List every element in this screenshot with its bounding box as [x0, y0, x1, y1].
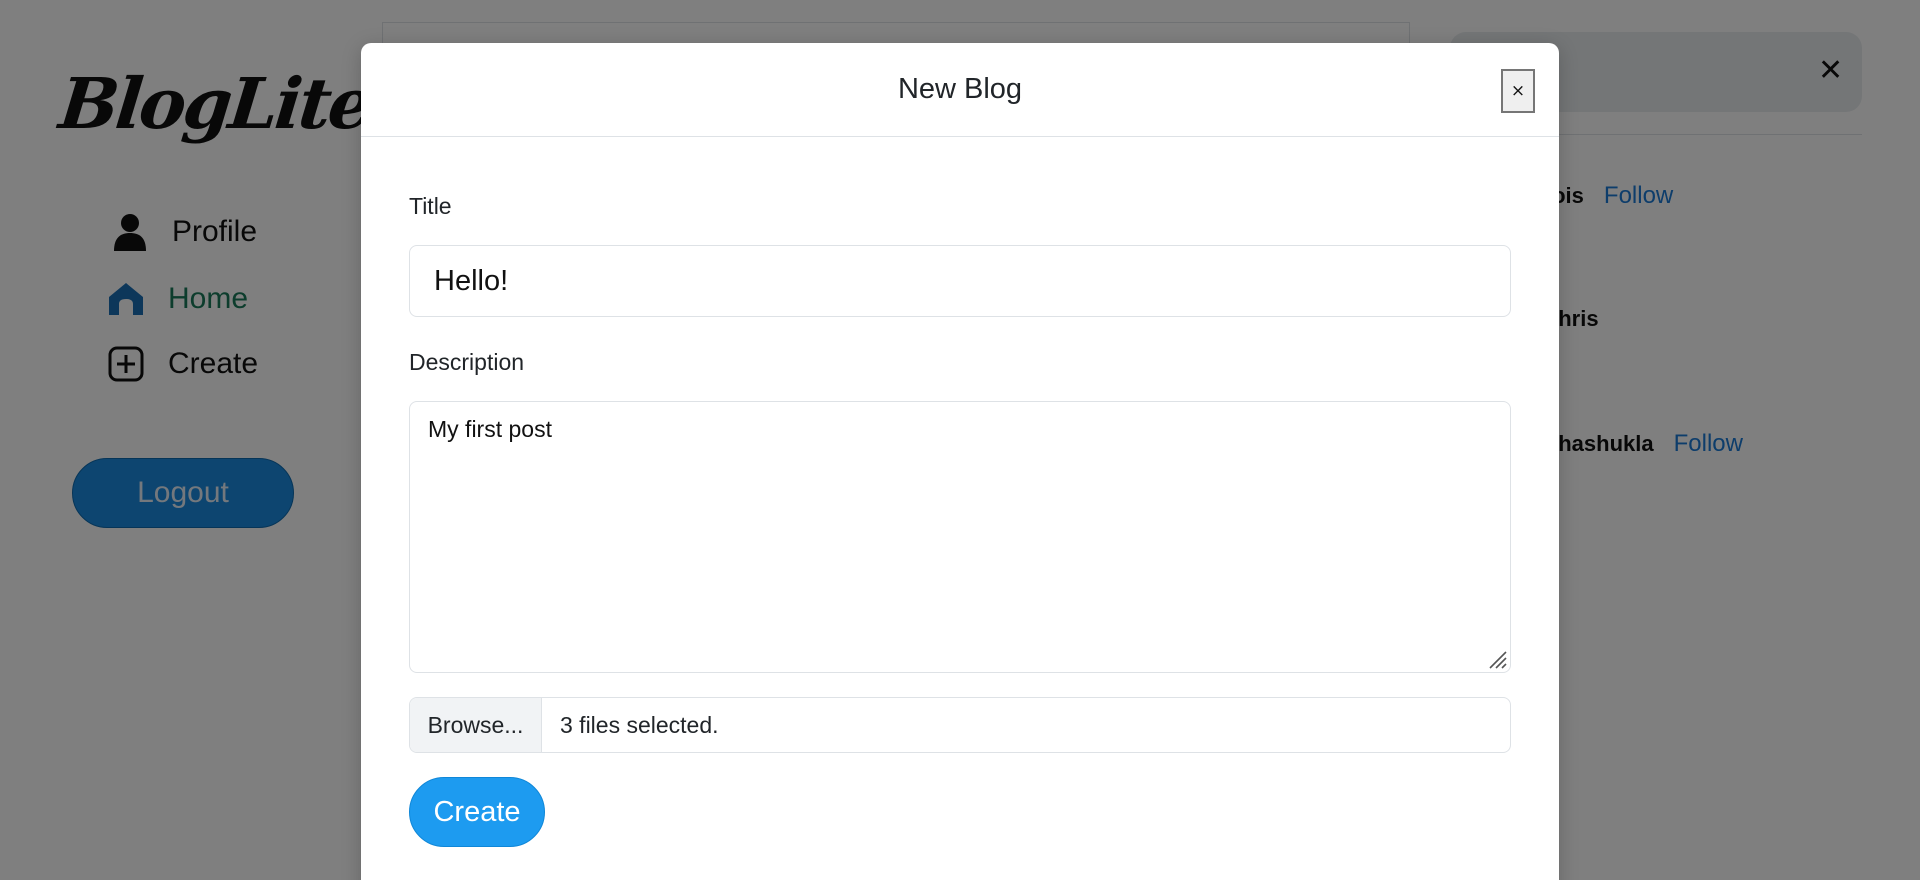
new-blog-modal: New Blog × Title Hello! Description My f…	[361, 43, 1559, 880]
description-text: My first post	[428, 416, 552, 442]
file-input[interactable]: Browse... 3 files selected.	[409, 697, 1511, 753]
create-button[interactable]: Create	[409, 777, 545, 847]
modal-header: New Blog ×	[361, 43, 1559, 137]
description-textarea[interactable]: My first post	[409, 401, 1511, 673]
title-label: Title	[409, 193, 452, 219]
modal-title: New Blog	[897, 73, 1023, 105]
resize-grip-icon[interactable]	[1487, 649, 1507, 669]
title-input[interactable]: Hello!	[409, 245, 1511, 317]
close-button[interactable]: ×	[1501, 69, 1535, 113]
file-status: 3 files selected.	[560, 711, 719, 738]
browse-button[interactable]: Browse...	[410, 698, 542, 752]
description-label: Description	[409, 349, 525, 375]
